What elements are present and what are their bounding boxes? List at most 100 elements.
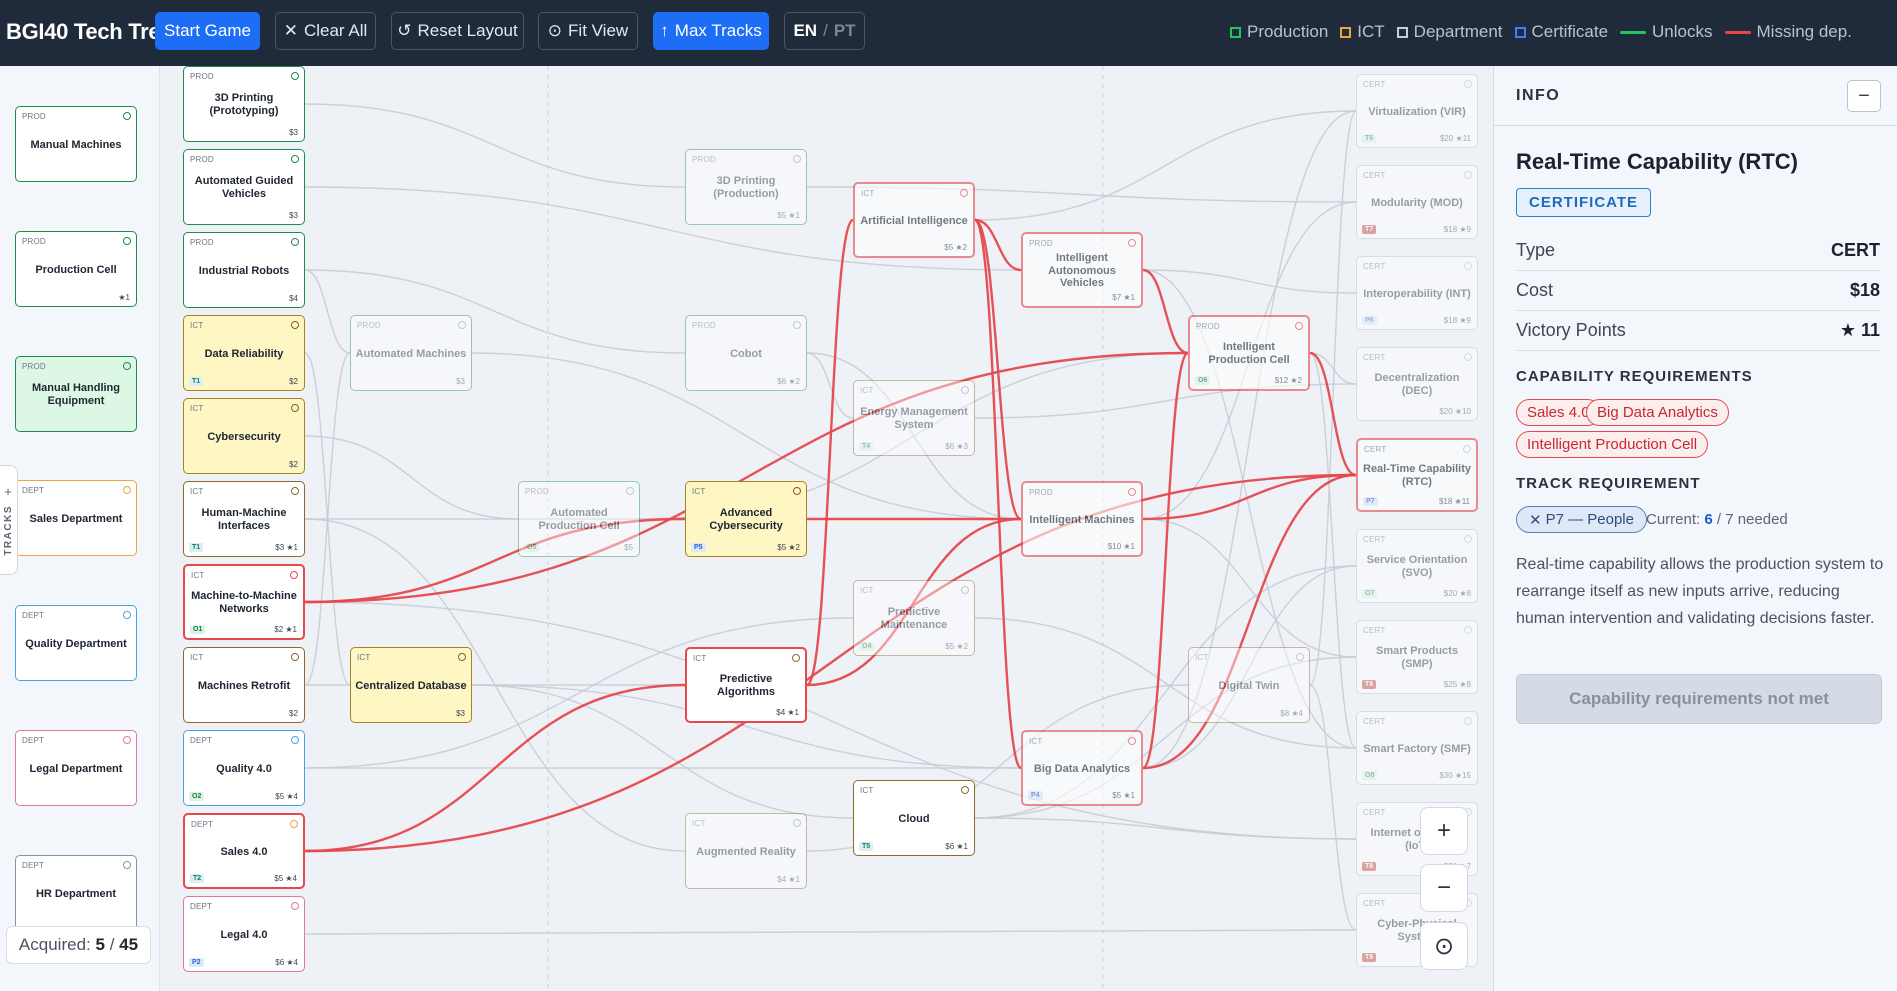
node-cost: $3 ★1	[275, 543, 298, 552]
tech-node-cloud[interactable]: ICT Cloud $6 ★1 T5	[853, 780, 975, 856]
acquire-button[interactable]: Capability requirements not met	[1516, 674, 1882, 724]
tech-node-human-machine-interfaces[interactable]: ICT Human-Machine Interfaces $3 ★1 T1	[183, 481, 305, 557]
node-cost: $25 ★8	[1443, 680, 1471, 689]
node-type-tag: DEPT	[22, 486, 45, 495]
node-name: Interoperability (INT)	[1363, 287, 1471, 300]
tech-node-data-reliability[interactable]: ICT Data Reliability $2 T1	[183, 315, 305, 391]
track-current: Current: 6 / 7 needed	[1646, 511, 1788, 528]
zoom-out-button[interactable]: −	[1420, 864, 1468, 912]
tech-node-real-time-capability-rtc[interactable]: CERT Real-Time Capability (RTC) $18 ★11 P7	[1356, 438, 1478, 512]
tech-node-hr-department[interactable]: DEPT HR Department	[15, 855, 137, 931]
tech-node-decentralization-dec[interactable]: CERT Decentralization (DEC) $20 ★10	[1356, 347, 1478, 421]
dependency-edge	[806, 352, 854, 419]
tech-node-industrial-robots[interactable]: PROD Industrial Robots $4	[183, 232, 305, 308]
status-dot-icon	[961, 786, 969, 794]
tech-node-augmented-reality[interactable]: ICT Augmented Reality $4 ★1	[685, 813, 807, 889]
status-dot-icon	[1128, 737, 1136, 745]
tech-node-artificial-intelligence[interactable]: ICT Artificial Intelligence $5 ★2	[853, 182, 975, 258]
tech-node-quality-4-0[interactable]: DEPT Quality 4.0 $5 ★4 O2	[183, 730, 305, 806]
tech-node-quality-department[interactable]: DEPT Quality Department	[15, 605, 137, 681]
tech-node-3d-printing-prototyping[interactable]: PROD 3D Printing (Prototyping) $3	[183, 66, 305, 142]
tech-node-modularity-mod[interactable]: CERT Modularity (MOD) $18 ★9 T7	[1356, 165, 1478, 239]
node-name: Virtualization (VIR)	[1368, 105, 1466, 118]
dependency-edge	[304, 103, 686, 188]
status-dot-icon	[123, 237, 131, 245]
track-badge: P6	[1362, 316, 1377, 325]
requirement-pill[interactable]: Big Data Analytics	[1586, 399, 1729, 426]
tech-node-3d-printing-production[interactable]: PROD 3D Printing (Production) $5 ★1	[685, 149, 807, 225]
language-toggle[interactable]: EN / PT	[784, 12, 865, 50]
track-badge: T8	[1362, 862, 1377, 871]
tech-node-interoperability-int[interactable]: CERT Interoperability (INT) $18 ★9 P6	[1356, 256, 1478, 330]
tech-tree-canvas[interactable]	[160, 66, 1493, 991]
start-game-button[interactable]: Start Game	[155, 12, 260, 50]
tech-node-cobot[interactable]: PROD Cobot $6 ★2	[685, 315, 807, 391]
tech-node-digital-twin[interactable]: ICT Digital Twin $8 ★4	[1188, 647, 1310, 723]
tech-node-big-data-analytics[interactable]: ICT Big Data Analytics $5 ★1 P4	[1021, 730, 1143, 806]
node-name: Legal 4.0	[220, 928, 268, 941]
tech-node-centralized-database[interactable]: ICT Centralized Database $3	[350, 647, 472, 723]
track-pill[interactable]: ✕ P7 — People	[1516, 506, 1647, 533]
node-cost: $30 ★15	[1439, 771, 1471, 780]
clear-all-button[interactable]: ✕ Clear All	[275, 12, 376, 50]
track-badge: P5	[691, 543, 706, 552]
node-name: Augmented Reality	[696, 845, 796, 858]
fit-view-button[interactable]: ⊙ Fit View	[538, 12, 638, 50]
tech-node-intelligent-machines[interactable]: PROD Intelligent Machines $10 ★1	[1021, 481, 1143, 557]
node-name: Cloud	[898, 812, 930, 825]
reset-layout-button[interactable]: ↺ Reset Layout	[391, 12, 524, 50]
tech-node-sales-department[interactable]: DEPT Sales Department	[15, 480, 137, 556]
tech-node-machine-to-machine-networks[interactable]: ICT Machine-to-Machine Networks $2 ★1 O1	[183, 564, 305, 640]
node-cost: $5 ★4	[274, 874, 297, 883]
tech-node-predictive-maintenance[interactable]: ICT Predictive Maintenance $5 ★2 O4	[853, 580, 975, 656]
tech-node-smart-factory-smf[interactable]: CERT Smart Factory (SMF) $30 ★15 O8	[1356, 711, 1478, 785]
tech-node-intelligent-production-cell[interactable]: PROD Intelligent Production Cell $12 ★2 O6	[1188, 315, 1310, 391]
node-type-tag: DEPT	[190, 902, 213, 911]
node-cost: $2	[289, 377, 298, 386]
arrow-up-icon: ↑	[660, 21, 669, 40]
legend-unlocks-label: Unlocks	[1652, 22, 1713, 41]
requirement-pill[interactable]: Intelligent Production Cell	[1516, 431, 1709, 458]
node-type-tag: ICT	[190, 404, 204, 413]
status-dot-icon	[1464, 80, 1472, 88]
tech-node-virtualization-vir[interactable]: CERT Virtualization (VIR) $20 ★11 T6	[1356, 74, 1478, 148]
tech-node-production-cell[interactable]: PROD Production Cell ★1	[15, 231, 137, 307]
tech-node-manual-machines[interactable]: PROD Manual Machines	[15, 106, 137, 182]
node-name: Automated Production Cell	[538, 507, 620, 532]
node-name: Smart Factory (SMF)	[1363, 742, 1471, 755]
tech-node-smart-products-smp[interactable]: CERT Smart Products (SMP) $25 ★8 T8	[1356, 620, 1478, 694]
max-tracks-button[interactable]: ↑ Max Tracks	[653, 12, 769, 50]
tech-node-advanced-cybersecurity[interactable]: ICT Advanced Cybersecurity $5 ★2 P5	[685, 481, 807, 557]
node-name: Cybersecurity	[207, 430, 281, 443]
lang-en: EN	[793, 21, 818, 40]
node-name: Sales 4.0	[220, 845, 268, 858]
legend-missing: Missing dep.	[1724, 22, 1852, 42]
tech-node-automated-production-cell[interactable]: PROD Automated Production Cell $5 O5	[518, 481, 640, 557]
node-name: Legal Department	[29, 762, 123, 775]
tech-node-intelligent-autonomous-vehicles[interactable]: PROD Intelligent Autonomous Vehicles $7 ★1	[1021, 232, 1143, 308]
tech-node-legal-department[interactable]: DEPT Legal Department	[15, 730, 137, 806]
collapse-button[interactable]: −	[1847, 80, 1881, 112]
tech-node-automated-machines[interactable]: PROD Automated Machines $3	[350, 315, 472, 391]
tech-node-cybersecurity[interactable]: ICT Cybersecurity $2	[183, 398, 305, 474]
zoom-in-button[interactable]: +	[1420, 807, 1468, 855]
tech-node-predictive-algorithms[interactable]: ICT Predictive Algorithms $4 ★1	[685, 647, 807, 723]
tech-node-machines-retrofit[interactable]: ICT Machines Retrofit $2	[183, 647, 305, 723]
tech-node-sales-4-0[interactable]: DEPT Sales 4.0 $5 ★4 T2	[183, 813, 305, 889]
node-cost: $4	[289, 294, 298, 303]
production-swatch-icon	[1230, 26, 1241, 38]
node-name: Data Reliability	[204, 347, 284, 360]
track-current-value: 6	[1704, 511, 1713, 528]
tech-node-energy-management-system[interactable]: ICT Energy Management System $6 ★3 T4	[853, 380, 975, 456]
node-name: Machine-to-Machine Networks	[191, 590, 297, 615]
node-cost: $2	[289, 460, 298, 469]
tech-node-service-orientation-svo[interactable]: CERT Service Orientation (SVO) $20 ★8 O7	[1356, 529, 1478, 603]
recenter-button[interactable]: ⊙	[1420, 922, 1468, 970]
tech-node-manual-handling-equipment[interactable]: PROD Manual Handling Equipment	[15, 356, 137, 432]
tech-node-automated-guided-vehicles[interactable]: PROD Automated Guided Vehicles $3	[183, 149, 305, 225]
tracks-tab[interactable]: + TRACKS	[0, 465, 18, 575]
unlocks-line-icon	[1620, 30, 1647, 34]
node-type-tag: CERT	[1363, 80, 1386, 89]
node-type-tag: CERT	[1363, 899, 1386, 908]
tech-node-legal-4-0[interactable]: DEPT Legal 4.0 $6 ★4 P2	[183, 896, 305, 972]
